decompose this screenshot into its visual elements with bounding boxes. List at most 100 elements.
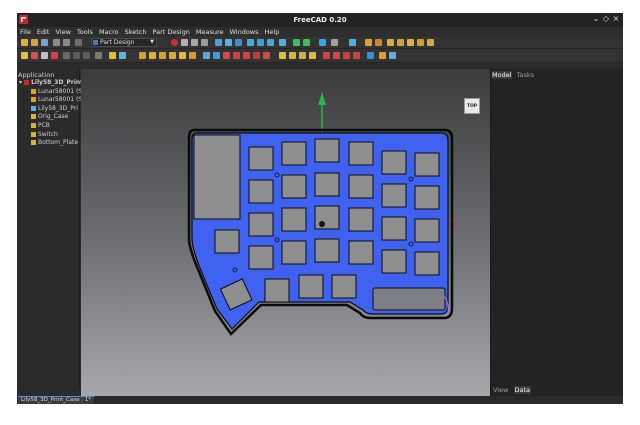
draft-icon[interactable]	[343, 52, 350, 59]
measure-distance-icon[interactable]	[387, 39, 394, 46]
menu-measure[interactable]: Measure	[196, 28, 224, 36]
measure-toggle-icon[interactable]	[417, 39, 424, 46]
tree-item-bottom-plate[interactable]: Bottom_Plate	[31, 139, 78, 147]
execute-macro-icon[interactable]	[201, 39, 208, 46]
clone-icon[interactable]	[109, 52, 116, 59]
open-folder-icon[interactable]	[31, 39, 38, 46]
forward-arrow-icon[interactable]	[303, 39, 310, 46]
datum-line-icon[interactable]	[73, 52, 80, 59]
menu-edit[interactable]: Edit	[37, 28, 50, 36]
draw-style-icon[interactable]	[235, 39, 242, 46]
menu-file[interactable]: File	[20, 28, 31, 36]
revolution-icon[interactable]	[149, 52, 156, 59]
menu-part-design[interactable]: Part Design	[153, 28, 190, 36]
right-view-icon[interactable]	[279, 39, 286, 46]
stop-macro-icon[interactable]	[181, 39, 188, 46]
subtractive-helix-icon[interactable]	[253, 52, 260, 59]
menu-help[interactable]: Help	[265, 28, 280, 36]
keyboard-case-model[interactable]	[81, 69, 490, 396]
multi-transform-icon[interactable]	[309, 52, 316, 59]
part-icon[interactable]	[365, 39, 372, 46]
std-arrow-up-icon[interactable]	[319, 39, 326, 46]
document-tab[interactable]: Lily58_3D_Print_Case : 1*	[18, 396, 95, 404]
shape-binder-icon[interactable]	[95, 52, 102, 59]
navigation-cube[interactable]: TOP	[464, 98, 480, 114]
attach-sketch-icon[interactable]	[41, 52, 48, 59]
tree-item-lunar58001-a[interactable]: Lunar58001 (Se	[31, 88, 86, 96]
measure-angle-icon[interactable]	[397, 39, 404, 46]
sprocket-icon[interactable]	[379, 52, 386, 59]
save-icon[interactable]	[41, 39, 48, 46]
workbench-selector[interactable]: Part Design ▼	[91, 38, 157, 47]
measure-3d-icon[interactable]	[427, 39, 434, 46]
tree-item-switch[interactable]: Switch	[31, 131, 58, 139]
pad-icon[interactable]	[139, 52, 146, 59]
additive-primitive-icon[interactable]	[189, 52, 196, 59]
macro-editor-icon[interactable]	[191, 39, 198, 46]
expand-arrow-icon[interactable]: ▾	[19, 79, 22, 86]
menu-macro[interactable]: Macro	[99, 28, 119, 36]
3d-viewport[interactable]: TOP	[81, 69, 490, 396]
pointer-icon[interactable]	[75, 39, 82, 46]
top-view-icon[interactable]	[267, 39, 274, 46]
datum-point-icon[interactable]	[63, 52, 70, 59]
fit-selection-icon[interactable]	[225, 39, 232, 46]
menu-sketch[interactable]: Sketch	[125, 28, 147, 36]
restore-icon[interactable]: ◇	[601, 14, 611, 23]
body-icon[interactable]	[21, 52, 28, 59]
minimize-icon[interactable]: ⌄	[591, 14, 601, 23]
measure-icon[interactable]	[331, 39, 338, 46]
part-feature-icon	[31, 132, 36, 137]
fit-all-icon[interactable]	[215, 39, 222, 46]
hole-icon[interactable]	[213, 52, 220, 59]
tree-item-document[interactable]: ▾ Lily58_3D_Print_	[19, 79, 86, 87]
new-document-icon[interactable]	[21, 39, 28, 46]
additive-loft-icon[interactable]	[159, 52, 166, 59]
back-arrow-icon[interactable]	[293, 39, 300, 46]
pocket-icon[interactable]	[203, 52, 210, 59]
tab-tasks[interactable]: Tasks	[517, 71, 534, 79]
thumb-cutout-3	[331, 274, 357, 299]
subtractive-loft-icon[interactable]	[233, 52, 240, 59]
datum-plane-icon[interactable]	[83, 52, 90, 59]
tree-item-pcb[interactable]: PCB	[31, 122, 50, 130]
mirrored-icon[interactable]	[279, 52, 286, 59]
additive-helix-icon[interactable]	[179, 52, 186, 59]
redo-icon[interactable]	[63, 39, 70, 46]
screw-hole	[408, 176, 414, 182]
group-icon[interactable]	[375, 39, 382, 46]
boolean-icon[interactable]	[367, 52, 374, 59]
record-macro-icon[interactable]	[171, 39, 178, 46]
sketch-icon[interactable]	[31, 52, 38, 59]
thumb-cutout-2	[298, 274, 324, 299]
chamfer-icon[interactable]	[333, 52, 340, 59]
groove-icon[interactable]	[223, 52, 230, 59]
switch-cutout-r3c1	[248, 212, 274, 237]
additive-pipe-icon[interactable]	[169, 52, 176, 59]
polar-pattern-icon[interactable]	[299, 52, 306, 59]
fillet-icon[interactable]	[323, 52, 330, 59]
tab-data[interactable]: Data	[513, 386, 532, 394]
tree-item-orig-case[interactable]: Orig_Case	[31, 113, 68, 121]
subtractive-pipe-icon[interactable]	[243, 52, 250, 59]
thickness-icon[interactable]	[353, 52, 360, 59]
front-view-icon[interactable]	[257, 39, 264, 46]
menu-view[interactable]: View	[55, 28, 70, 36]
tree-item-lunar58001-b[interactable]: Lunar58001 (Se	[31, 96, 86, 104]
involute-gear-icon[interactable]	[389, 52, 396, 59]
subtractive-primitive-icon[interactable]	[263, 52, 270, 59]
navcube-face-label: TOP	[466, 103, 478, 109]
menu-windows[interactable]: Windows	[229, 28, 258, 36]
linear-pattern-icon[interactable]	[289, 52, 296, 59]
undo-icon[interactable]	[53, 39, 60, 46]
menu-tools[interactable]: Tools	[77, 28, 93, 36]
link-icon[interactable]	[349, 39, 356, 46]
tab-model[interactable]: Model	[492, 71, 512, 79]
tab-view[interactable]: View	[492, 386, 509, 394]
close-icon[interactable]: ×	[611, 14, 621, 23]
tree-item-lily58-body[interactable]: Lily58_3D_Pri	[31, 105, 78, 113]
isometric-view-icon[interactable]	[247, 39, 254, 46]
validate-sketch-icon[interactable]	[51, 52, 58, 59]
measure-clear-icon[interactable]	[407, 39, 414, 46]
sub-shape-binder-icon[interactable]	[119, 52, 126, 59]
